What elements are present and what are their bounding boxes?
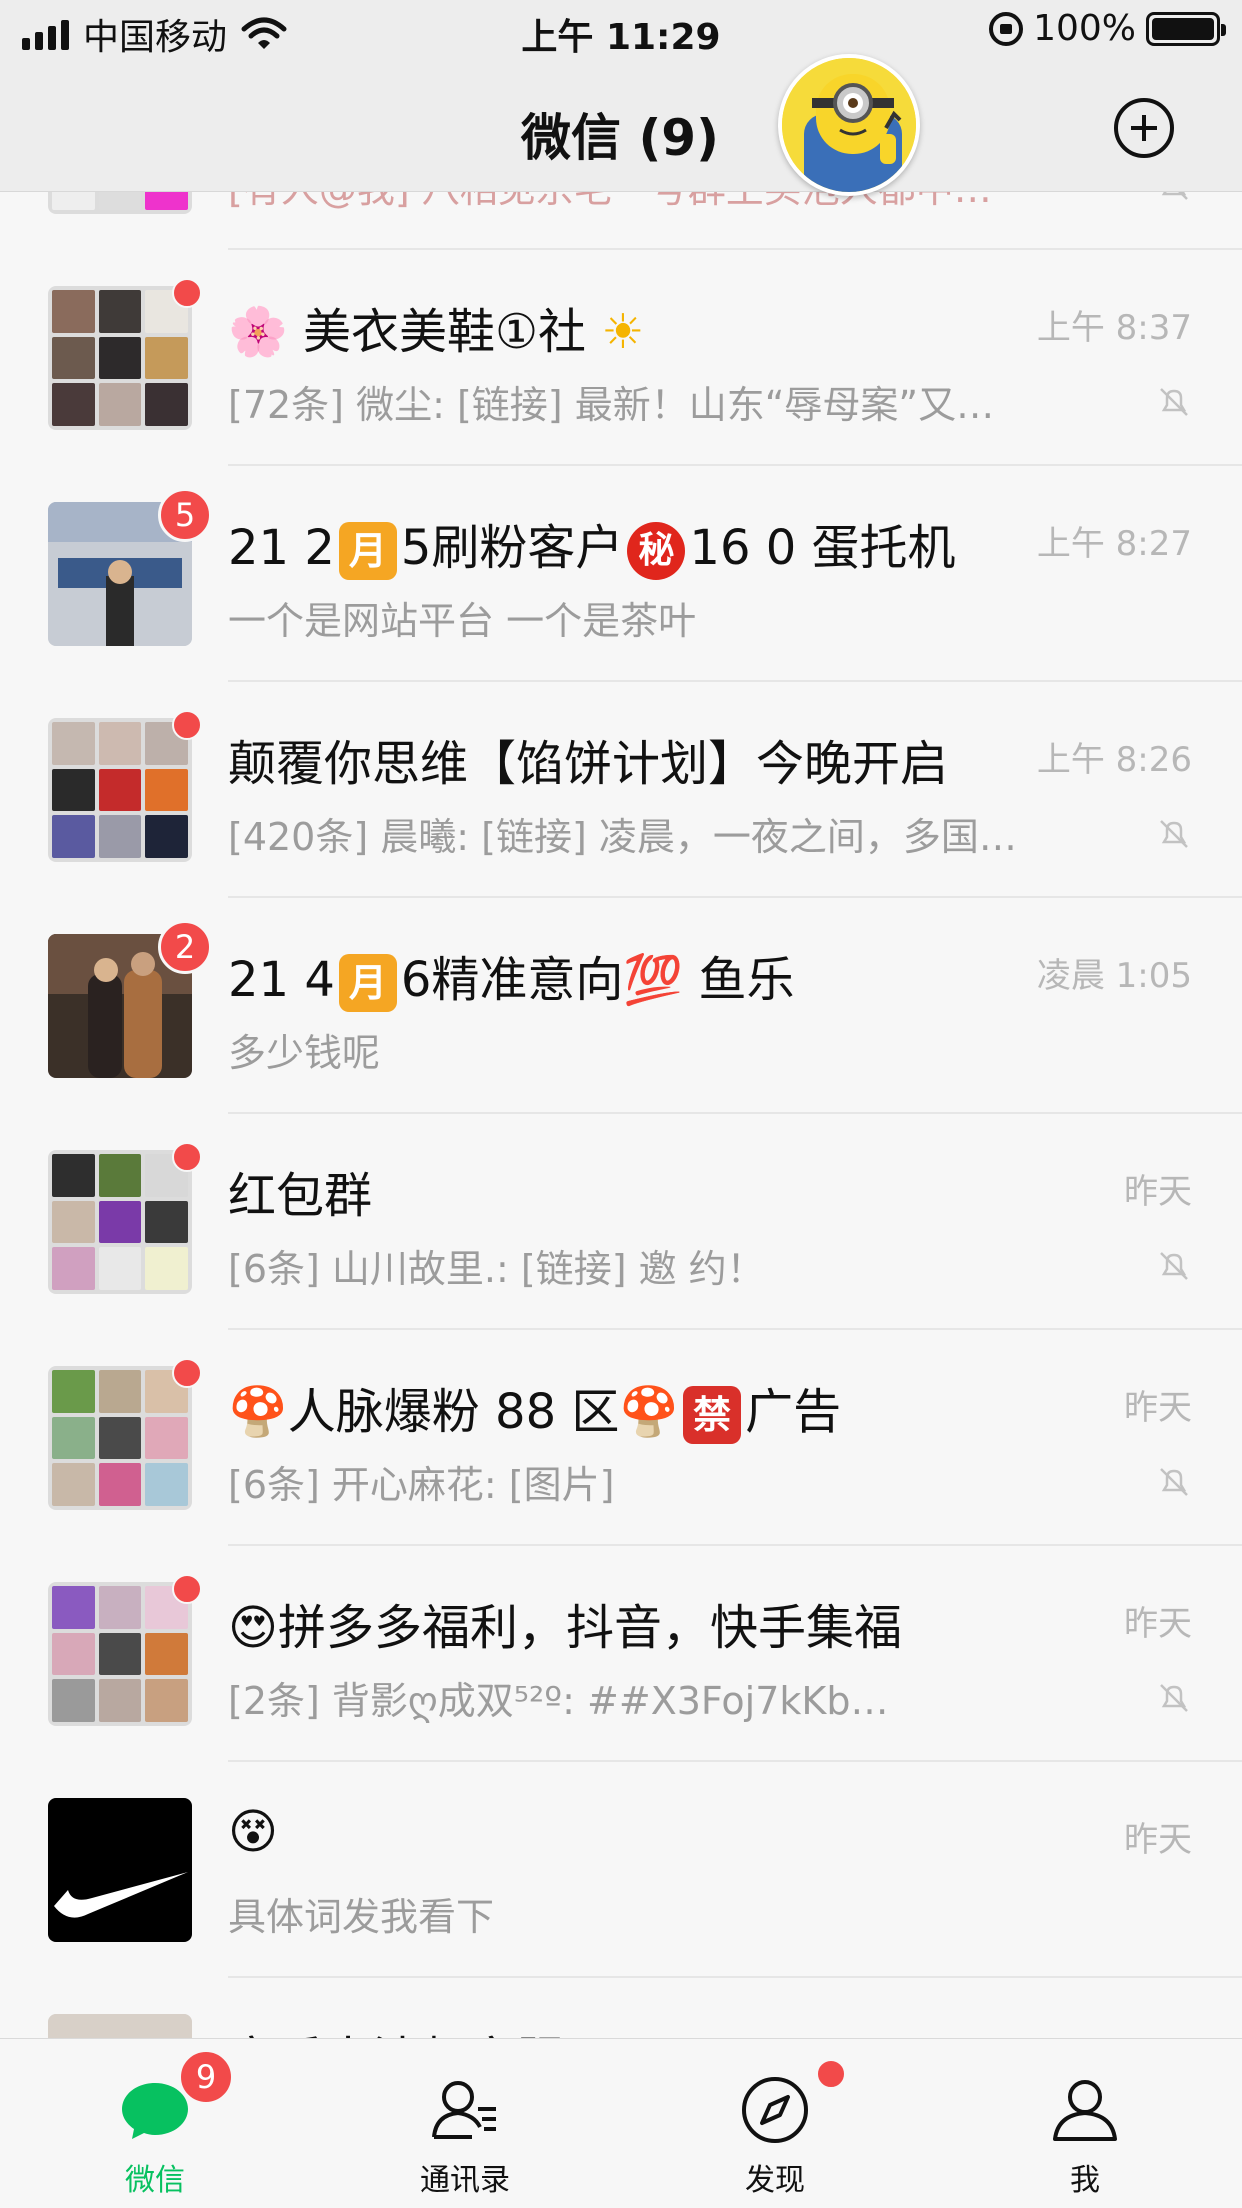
chat-preview: [72条] 微尘: [链接] 最新！山东“辱母案”又…: [228, 383, 995, 427]
chat-row[interactable]: 2 21 4 月 6精准意向💯 鱼乐 凌晨 1:05 多少钱呢: [0, 898, 1242, 1114]
tab-badge: 9: [178, 2049, 234, 2105]
chat-time: 昨天: [1124, 1604, 1192, 1644]
unread-dot: [172, 710, 202, 740]
mute-bell-icon: [1160, 1252, 1188, 1280]
hundred-emoji-icon: 💯: [623, 952, 684, 1008]
chat-title: 红包群: [228, 1168, 373, 1224]
month-emoji-icon: 月: [338, 522, 397, 580]
mute-bell-icon: [1160, 1468, 1188, 1496]
chat-row[interactable]: 🍄人脉爆粉 88 区🍄 禁广告 昨天 [6条] 开心麻花: [图片]: [0, 1330, 1242, 1546]
chat-title-part: 16 0 蛋托机: [689, 520, 956, 576]
chat-preview: [6条] 山川故里.: [链接] 邀 约！: [228, 1247, 765, 1291]
chat-row[interactable]: 颠覆你思维【馅饼计划】今晚开启 上午 8:26 [420条] 晨曦: [链接] …: [0, 682, 1242, 898]
chat-preview: 具体词发我看下: [228, 1895, 495, 1939]
chat-time: 昨天: [992, 2028, 1192, 2038]
nav-bar: 微信 (9): [0, 62, 1242, 192]
battery-percent: 100%: [1033, 8, 1136, 49]
person-icon: [1053, 2080, 1117, 2141]
chat-avatar: [48, 1582, 192, 1726]
chat-title: 音乐大法师宾服: [228, 2020, 1018, 2038]
unread-badge: 2: [158, 920, 212, 974]
unread-dot: [172, 1574, 202, 1604]
chat-list[interactable]: [有人@我] 八相见宗毛一号群主买泡人都中… 🌸 美衣美鞋①社 ☀ 上午 8:3…: [0, 192, 1242, 2038]
chat-preview: 多少钱呢: [228, 1031, 381, 1075]
sun-emoji-icon: ☀: [601, 304, 645, 360]
tab-label: 发现: [745, 2163, 805, 2198]
chat-avatar: [48, 286, 192, 430]
mute-bell-icon: [1160, 388, 1188, 416]
mute-bell-icon: [1161, 192, 1188, 200]
rotation-lock-icon: [989, 11, 1024, 46]
chat-title-part: 21 4: [228, 952, 335, 1008]
chat-row[interactable]: 音乐大法师宾服 昨天: [0, 1978, 1242, 2038]
chat-title-part: 6精准意向: [400, 952, 624, 1008]
chat-preview: [有人@我] 八相见宗毛一号群主买泡人都中…: [228, 192, 1078, 213]
compass-icon: [742, 2077, 808, 2143]
chat-title-part: 广告: [745, 1384, 842, 1440]
mute-bell-icon: [1160, 1684, 1188, 1712]
chat-preview: [6条] 开心麻花: [图片]: [228, 1463, 615, 1507]
unread-dot: [172, 1358, 202, 1388]
tab-label: 通讯录: [420, 2163, 510, 2198]
chat-title: 🌸 美衣美鞋①社 ☀: [228, 292, 1018, 362]
chat-title-text: 🌸 美衣美鞋①社: [228, 304, 587, 360]
mute-bell-icon: [1160, 820, 1188, 848]
chat-time: 凌晨 1:05: [1036, 956, 1192, 996]
chat-row[interactable]: 😵 昨天 具体词发我看下: [0, 1762, 1242, 1978]
chat-title-part: 🍄人脉爆粉 88 区🍄: [228, 1384, 680, 1440]
month-emoji-icon: 月: [338, 954, 397, 1012]
forbidden-emoji-icon: 禁: [683, 1386, 742, 1444]
chat-avatar: [48, 1150, 192, 1294]
status-bar: 中国移动 上午 11:29 100%: [0, 0, 1242, 62]
page-title: 微信 (9): [521, 109, 719, 167]
chat-avatar: [48, 718, 192, 862]
chat-title-part: 5刷粉客户: [400, 520, 624, 576]
chat-title: 🍄人脉爆粉 88 区🍄 禁广告: [228, 1372, 1018, 1444]
battery-icon: [1146, 11, 1226, 46]
unread-dot: [172, 278, 202, 308]
add-button[interactable]: [1114, 98, 1174, 158]
chat-title-part: 21 2: [228, 520, 335, 576]
tab-contacts[interactable]: 通讯录: [310, 2039, 620, 2208]
chat-avatar: [48, 2014, 192, 2038]
chat-title: 21 4 月 6精准意向💯 鱼乐: [228, 940, 1018, 1012]
chat-row[interactable]: 🌸 美衣美鞋①社 ☀ 上午 8:37 [72条] 微尘: [链接] 最新！山东“…: [0, 250, 1242, 466]
chat-time: 上午 8:27: [1036, 524, 1192, 564]
chat-avatar: [48, 192, 192, 214]
chat-row[interactable]: 5 21 2 月 5刷粉客户秘 16 0 蛋托机 上午 8:27 一个是网站平台 一个…: [0, 466, 1242, 682]
contacts-icon: [432, 2081, 496, 2139]
swoosh-logo-icon: [48, 1798, 192, 1942]
tab-discover[interactable]: 发现: [620, 2039, 930, 2208]
chat-avatar: [48, 1798, 192, 1942]
minion-floating-avatar[interactable]: [778, 54, 920, 196]
status-right: 100%: [989, 8, 1226, 49]
chat-preview: 一个是网站平台 一个是茶叶: [228, 599, 697, 643]
chat-preview: [420条] 晨曦: [链接] 凌晨，一夜之间，多国…: [228, 815, 1017, 859]
chat-title: 😵: [228, 1804, 279, 1860]
unread-badge: 5: [158, 488, 212, 542]
chat-time: 上午 8:37: [1036, 308, 1192, 348]
chat-row[interactable]: [有人@我] 八相见宗毛一号群主买泡人都中…: [0, 192, 1242, 250]
chat-preview: [2条] 背影ღ成双⁵²º: ##X3Foj7kKb…: [228, 1679, 889, 1723]
tab-bar: 9 微信 通讯录 发现 我: [0, 2038, 1242, 2208]
chat-title: 😍拼多多福利，抖音，快手集福: [228, 1600, 903, 1656]
chat-time: 昨天: [1124, 1820, 1192, 1860]
chat-title: 颠覆你思维【馅饼计划】今晚开启: [228, 736, 949, 792]
secret-emoji-icon: 秘: [627, 522, 686, 580]
tab-me[interactable]: 我: [930, 2039, 1240, 2208]
chat-title-part: 鱼乐: [698, 952, 795, 1008]
chat-avatar: [48, 1366, 192, 1510]
tab-label: 微信: [125, 2163, 185, 2198]
tab-label: 我: [1070, 2163, 1100, 2198]
chat-row[interactable]: 红包群 昨天 [6条] 山川故里.: [链接] 邀 约！: [0, 1114, 1242, 1330]
unread-dot: [816, 2059, 846, 2089]
chat-title: 21 2 月 5刷粉客户秘 16 0 蛋托机: [228, 508, 1018, 580]
chat-row[interactable]: 😍拼多多福利，抖音，快手集福 昨天 [2条] 背影ღ成双⁵²º: ##X3Foj…: [0, 1546, 1242, 1762]
unread-dot: [172, 1142, 202, 1172]
tab-chats[interactable]: 9 微信: [0, 2039, 310, 2208]
chat-time: 昨天: [1124, 1388, 1192, 1428]
chat-time: 昨天: [1124, 1172, 1192, 1212]
chat-time: 上午 8:26: [1036, 740, 1192, 780]
